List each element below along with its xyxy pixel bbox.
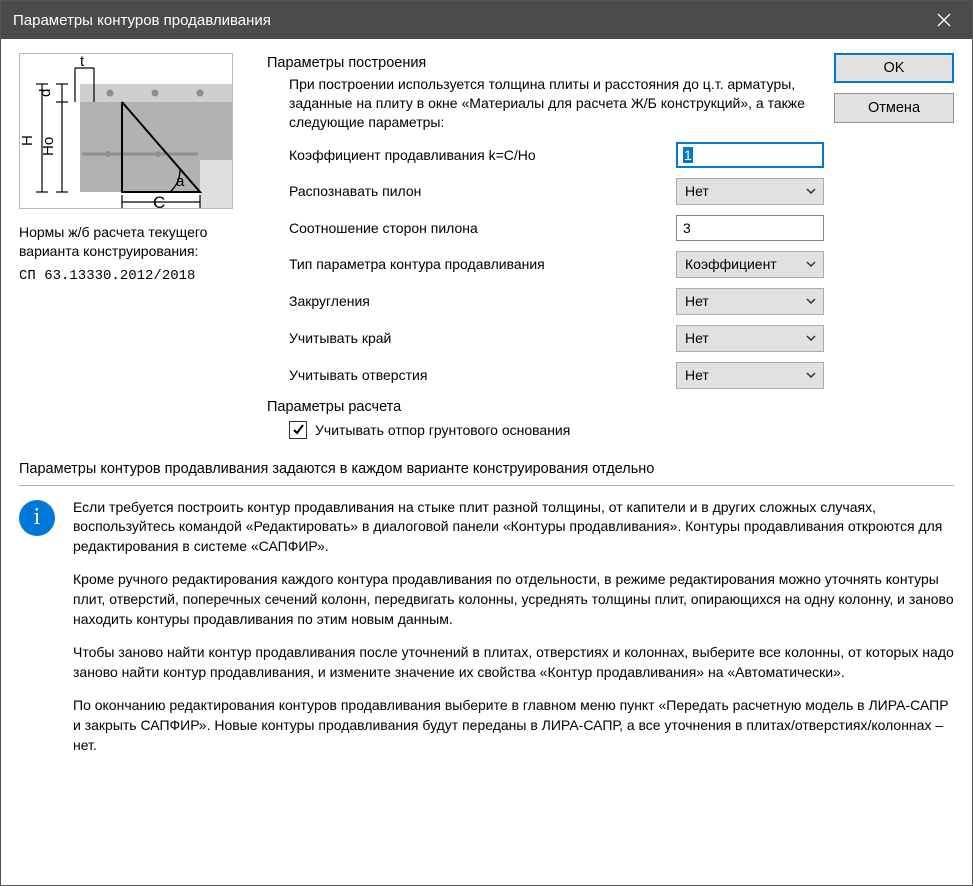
label-ratio: Соотношение сторон пилона [289,220,676,236]
row-rounding: Закругления Нет [289,288,824,315]
row-coef: Коэффициент продавливания k=C/Ho 1 [289,142,824,168]
norms-code: СП 63.13330.2012/2018 [19,267,249,286]
combo-param-type[interactable]: Коэффициент [676,251,824,278]
titlebar: Параметры контуров продавливания [1,1,972,39]
dialog-window: Параметры контуров продавливания [0,0,973,886]
per-variant-note: Параметры контуров продавливания задаютс… [19,461,954,477]
chevron-down-icon [803,188,819,194]
chevron-down-icon [803,298,819,304]
chevron-down-icon [803,372,819,378]
info-text: Если требуется построить контур продавли… [73,498,954,770]
input-coef[interactable]: 1 [676,142,824,168]
info-icon: i [19,500,55,536]
label-holes: Учитывать отверстия [289,367,676,383]
calc-params-heading: Параметры расчета [267,399,824,415]
combo-holes[interactable]: Нет [676,362,824,389]
chevron-down-icon [803,335,819,341]
norms-block: Нормы ж/б расчета текущего варианта конс… [19,223,249,286]
chevron-down-icon [803,261,819,267]
diag-Ho: Ho [40,137,57,156]
diag-d: d [37,89,54,97]
dialog-body: t d H Ho a C Нормы ж/б расчета текущего … [1,39,972,885]
ok-button[interactable]: OK [834,53,954,83]
checkbox-soil[interactable] [289,421,307,439]
middle-column: Параметры построения При построении испо… [249,53,834,439]
cancel-button[interactable]: Отмена [834,93,954,123]
label-coef: Коэффициент продавливания k=C/Ho [289,147,676,163]
separator [19,485,954,486]
combo-recognize[interactable]: Нет [676,178,824,205]
info-p4: По окончанию редактирования контуров про… [73,696,954,755]
row-ratio: Соотношение сторон пилона [289,215,824,241]
input-ratio[interactable] [676,215,824,241]
label-recognize: Распознавать пилон [289,183,676,199]
build-params-heading: Параметры построения [267,55,824,71]
window-title: Параметры контуров продавливания [13,12,922,29]
diagram: t d H Ho a C [19,53,233,209]
left-column: t d H Ho a C Нормы ж/б расчета текущего … [19,53,249,286]
top-row: t d H Ho a C Нормы ж/б расчета текущего … [19,53,954,439]
info-p3: Чтобы заново найти контур продавливания … [73,643,954,682]
norms-label: Нормы ж/б расчета текущего варианта конс… [19,223,249,261]
row-recognize: Распознавать пилон Нет [289,178,824,205]
combo-edge[interactable]: Нет [676,325,824,352]
label-edge: Учитывать край [289,330,676,346]
row-param-type: Тип параметра контура продавливания Коэф… [289,251,824,278]
info-p2: Кроме ручного редактирования каждого кон… [73,570,954,629]
label-rounding: Закругления [289,293,676,309]
row-holes: Учитывать отверстия Нет [289,362,824,389]
right-column: OK Отмена [834,53,954,123]
info-block: i Если требуется построить контур продав… [19,498,954,770]
row-soil-check: Учитывать отпор грунтового основания [289,421,824,439]
row-edge: Учитывать край Нет [289,325,824,352]
label-param-type: Тип параметра контура продавливания [289,256,676,272]
build-params-desc: При построении используется толщина плит… [289,75,824,132]
diag-C: C [153,193,165,209]
diag-H: H [20,135,36,146]
label-soil-check: Учитывать отпор грунтового основания [315,422,570,438]
diag-a: a [176,173,185,190]
close-button[interactable] [922,1,966,39]
info-p1: Если требуется построить контур продавли… [73,498,954,557]
combo-rounding[interactable]: Нет [676,288,824,315]
close-icon [937,13,951,27]
